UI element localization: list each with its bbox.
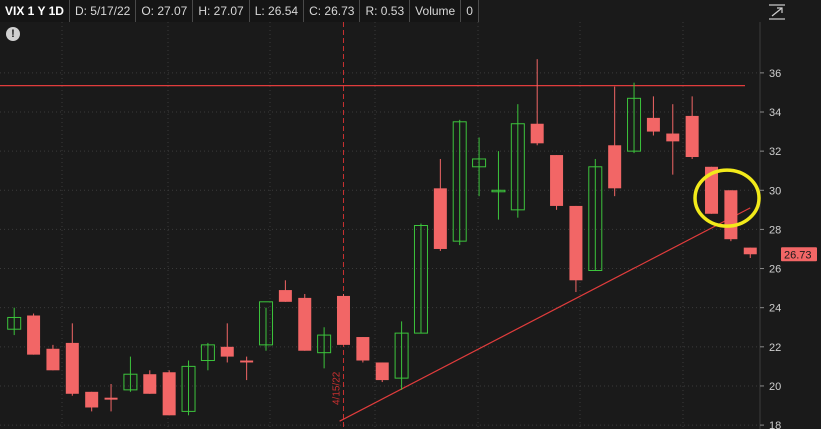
candle-body bbox=[685, 115, 699, 158]
candle-body bbox=[743, 247, 757, 255]
candle-body bbox=[162, 372, 176, 416]
y-tick-label: 28 bbox=[769, 224, 781, 236]
candle-body bbox=[375, 362, 389, 381]
info-icon[interactable]: ! bbox=[6, 27, 20, 41]
candle-body bbox=[143, 374, 157, 394]
volume-value: 0 bbox=[461, 0, 479, 22]
chart-canvas[interactable]: 18 20 22 24 26 28 30 32 34 36 4/15/22 26.73 bbox=[0, 0, 821, 429]
candle-body bbox=[85, 391, 99, 408]
chart-header: VIX 1 Y 1D D: 5/17/22 O: 27.07 H: 27.07 … bbox=[0, 0, 479, 22]
candle-body bbox=[608, 145, 622, 189]
candle-body bbox=[240, 360, 254, 363]
candle-body bbox=[278, 290, 292, 302]
y-tick-label: 32 bbox=[769, 146, 781, 158]
date-readout: D: 5/17/22 bbox=[69, 0, 137, 22]
symbol-label[interactable]: VIX 1 Y 1D bbox=[0, 0, 70, 22]
y-tick-label: 18 bbox=[769, 420, 781, 429]
candle-body bbox=[724, 190, 738, 240]
y-tick-label: 26 bbox=[769, 264, 781, 276]
y-tick-label: 20 bbox=[769, 381, 781, 393]
candle-body bbox=[550, 155, 564, 206]
y-tick-label: 24 bbox=[769, 303, 781, 315]
candle-body bbox=[220, 346, 234, 357]
candle-body bbox=[666, 133, 680, 142]
y-tick-label: 22 bbox=[769, 342, 781, 354]
event-vline-label: 4/15/22 bbox=[331, 371, 342, 405]
close-readout: C: 26.73 bbox=[304, 0, 361, 22]
volume-label: Volume bbox=[410, 0, 462, 22]
chart-background bbox=[0, 0, 821, 429]
candle-body bbox=[104, 397, 118, 400]
candle-body bbox=[569, 205, 583, 281]
y-tick-label: 36 bbox=[769, 68, 781, 80]
y-tick-label: 30 bbox=[769, 185, 781, 197]
candle-body bbox=[356, 337, 370, 361]
candle-body bbox=[336, 295, 350, 345]
expand-icon[interactable] bbox=[768, 4, 786, 20]
y-tick-label: 34 bbox=[769, 107, 781, 119]
candle-body bbox=[46, 348, 60, 371]
candle-body bbox=[433, 188, 447, 249]
candlestick-chart[interactable]: 18 20 22 24 26 28 30 32 34 36 4/15/22 26.73 bbox=[0, 0, 821, 429]
candle-body bbox=[530, 123, 544, 144]
candle-body bbox=[298, 297, 312, 351]
open-readout: O: 27.07 bbox=[136, 0, 194, 22]
low-readout: L: 26.54 bbox=[249, 0, 305, 22]
high-readout: H: 27.07 bbox=[193, 0, 250, 22]
candle-body bbox=[65, 342, 79, 394]
last-price-label: 26.73 bbox=[784, 249, 812, 261]
range-readout: R: 0.53 bbox=[360, 0, 411, 22]
candle-body bbox=[646, 117, 660, 132]
candle-body bbox=[27, 315, 41, 355]
